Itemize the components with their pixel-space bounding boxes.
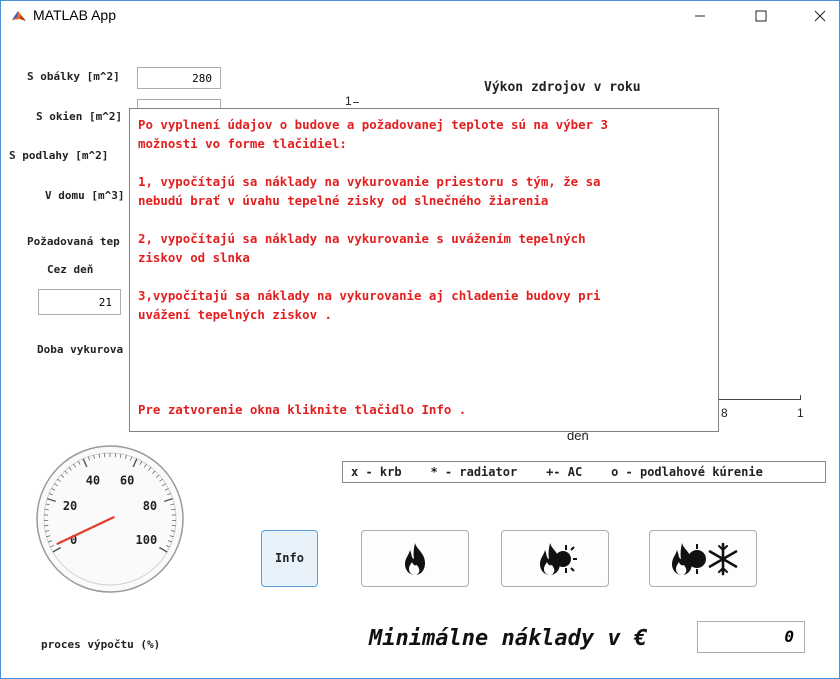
gauge-caption: proces výpočtu (%) bbox=[41, 638, 161, 651]
cez-den-label: Cez deň bbox=[47, 263, 94, 276]
window-title: MATLAB App bbox=[33, 7, 117, 23]
popup-line bbox=[138, 381, 710, 400]
popup-line: ziskov od slnka bbox=[138, 250, 250, 265]
fire-icon bbox=[405, 542, 425, 575]
v-domu-label: V domu [m^3] bbox=[45, 189, 125, 202]
close-icon bbox=[814, 10, 826, 22]
popup-line: Pre zatvorenie okna kliknite tlačidlo In… bbox=[138, 402, 467, 417]
popup-line: 3,vypočítajú sa náklady na vykurovanie a… bbox=[138, 288, 601, 303]
progress-gauge: 02040 6080100 bbox=[36, 445, 184, 593]
info-popup: Po vyplnení údajov o budove a požadovane… bbox=[129, 108, 719, 432]
fire-sun-icon bbox=[540, 542, 577, 575]
popup-line: nebudú brať v úvahu tepelné zisky od sln… bbox=[138, 193, 549, 208]
calc-heat-cool-button[interactable] bbox=[649, 530, 757, 587]
s-okien-label: S okien [m^2] bbox=[36, 110, 123, 123]
y-axis-top-tick bbox=[353, 102, 359, 103]
popup-line: možnosti vo forme tlačidiel: bbox=[138, 136, 347, 151]
popup-line bbox=[138, 267, 710, 286]
title-bar: MATLAB App bbox=[1, 1, 839, 31]
popup-line: uvážení tepelných ziskov . bbox=[138, 307, 332, 322]
min-cost-field: 0 bbox=[697, 621, 805, 653]
x-tick-8: 8 bbox=[721, 406, 728, 420]
minimize-button[interactable] bbox=[677, 1, 723, 31]
gauge-label: 100 bbox=[136, 533, 158, 547]
calc-no-solar-button[interactable] bbox=[361, 530, 469, 587]
calc-solar-button[interactable] bbox=[501, 530, 609, 587]
popup-line bbox=[138, 153, 710, 172]
popup-line bbox=[138, 324, 710, 343]
app-window: MATLAB App S obálky [m^2] 280 S okien [m… bbox=[0, 0, 840, 679]
popup-line bbox=[138, 362, 710, 381]
x-axis-line bbox=[719, 399, 801, 400]
x-tick-1: 1 bbox=[797, 406, 804, 420]
gauge-label: 60 bbox=[120, 474, 134, 488]
x-axis-end-tick bbox=[800, 395, 801, 400]
maximize-icon bbox=[755, 10, 767, 22]
popup-line: 2, vypočítajú sa náklady na vykurovanie … bbox=[138, 231, 586, 246]
cez-den-field[interactable]: 21 bbox=[38, 289, 121, 315]
s-obalky-field[interactable]: 280 bbox=[137, 67, 221, 89]
chart-legend: x - krb * - radiator +- AC o - podlahové… bbox=[342, 461, 826, 483]
info-button[interactable]: Info bbox=[261, 530, 318, 587]
gauge-label: 40 bbox=[86, 474, 100, 488]
y-tick-top: 1 bbox=[345, 94, 352, 108]
close-button[interactable] bbox=[797, 1, 839, 31]
min-cost-label: Minimálne náklady v € bbox=[369, 626, 648, 651]
popup-line bbox=[138, 343, 710, 362]
popup-line: 1, vypočítajú sa náklady na vykurovanie … bbox=[138, 174, 601, 189]
s-obalky-label: S obálky [m^2] bbox=[27, 70, 120, 83]
maximize-button[interactable] bbox=[738, 1, 784, 31]
popup-line bbox=[138, 210, 710, 229]
pozadovana-teplota-label: Požadovaná tep bbox=[27, 235, 120, 248]
gauge-label: 20 bbox=[63, 499, 77, 513]
fire-sun-snowflake-icon bbox=[672, 542, 738, 575]
matlab-icon bbox=[12, 11, 26, 21]
gauge-label: 80 bbox=[143, 499, 157, 513]
doba-vykurovania-label: Doba vykurova bbox=[37, 343, 124, 356]
popup-line: Po vyplnení údajov o budove a požadovane… bbox=[138, 117, 608, 132]
minimize-icon bbox=[695, 15, 705, 17]
chart-title: Výkon zdrojov v roku bbox=[484, 80, 641, 95]
s-podlahy-label: S podlahy [m^2] bbox=[9, 149, 109, 162]
